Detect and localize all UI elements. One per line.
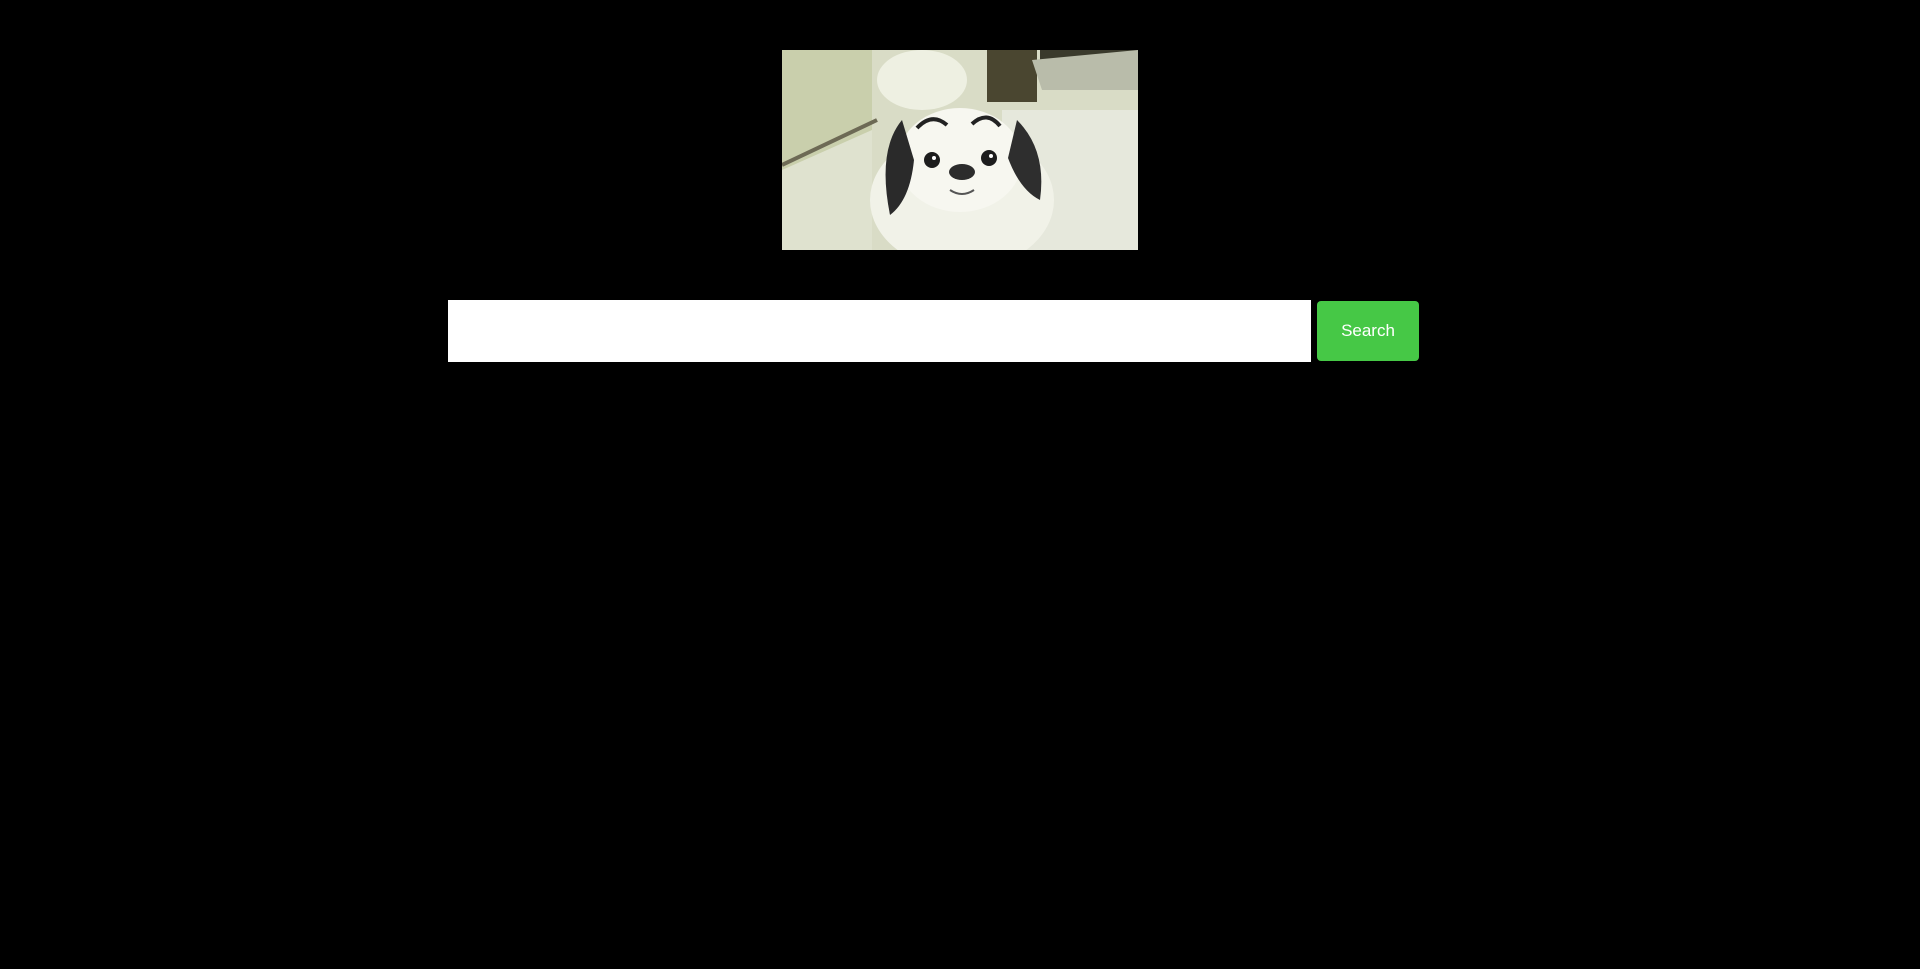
dog-photo-icon — [782, 50, 1138, 250]
page: Search — [0, 0, 1920, 969]
search-bar: Search — [448, 300, 1420, 362]
dog-image — [782, 50, 1138, 250]
search-button[interactable]: Search — [1317, 301, 1419, 361]
search-input[interactable] — [448, 300, 1311, 362]
